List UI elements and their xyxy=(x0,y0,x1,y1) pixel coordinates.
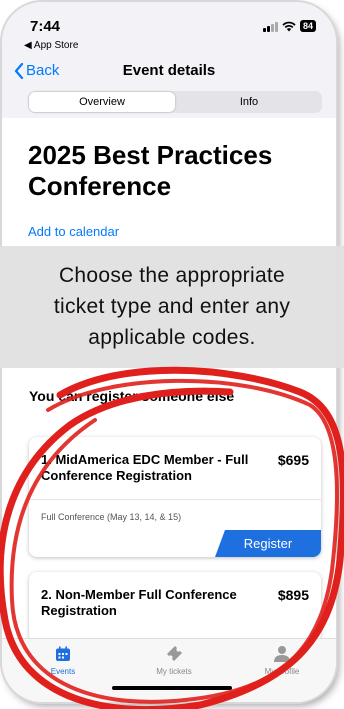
instruction-banner: Choose the appropriate ticket type and e… xyxy=(0,246,344,368)
ticket-name: 1. MidAmerica EDC Member - Full Conferen… xyxy=(41,452,249,483)
ticket-price: $695 xyxy=(277,452,309,468)
tab-label: Events xyxy=(50,667,76,676)
calendar-icon xyxy=(56,646,70,661)
ticket-card: 1. MidAmerica EDC Member - Full Conferen… xyxy=(29,437,321,557)
banner-line: applicable codes. xyxy=(88,326,256,349)
banner-line: ticket type and enter any xyxy=(53,295,291,318)
tab-my-tickets[interactable]: My tickets xyxy=(129,643,219,676)
register-button[interactable]: Register xyxy=(215,530,321,557)
event-title: 2025 Best Practices Conference xyxy=(28,140,273,201)
tab-info[interactable]: Info xyxy=(176,91,322,113)
battery-indicator: 84 xyxy=(299,20,316,32)
tab-label: My tickets xyxy=(156,667,192,676)
status-time: 7:44 xyxy=(30,18,61,35)
tab-bar: Events My tickets My profile xyxy=(2,638,336,702)
back-to-app-store[interactable]: ◀ App Store xyxy=(24,40,78,51)
ticket-name: 2. Non-Member Full Conference Registrati… xyxy=(41,587,237,618)
event-content: 2025 Best Practices Conference Add to ca… xyxy=(2,118,336,638)
signal-icon xyxy=(262,21,278,32)
ticket-price: $895 xyxy=(277,587,309,603)
page-title: Event details xyxy=(122,62,216,79)
tab-my-profile[interactable]: My profile xyxy=(237,643,327,676)
home-indicator xyxy=(112,686,232,690)
segmented-control: Overview Info xyxy=(28,91,322,113)
tab-overview[interactable]: Overview xyxy=(29,92,175,112)
wifi-icon xyxy=(282,21,296,31)
tab-label: My profile xyxy=(264,667,300,676)
divider xyxy=(29,499,321,500)
status-bar: 7:44 ◀ App Store 84 xyxy=(2,2,336,57)
ticket-icon xyxy=(167,646,182,661)
add-to-calendar-link[interactable]: Add to calendar xyxy=(28,224,119,239)
tab-events[interactable]: Events xyxy=(18,643,108,676)
banner-line: Choose the appropriate xyxy=(58,264,286,287)
ticket-description: Full Conference (May 13, 14, & 15) xyxy=(41,512,182,522)
person-icon xyxy=(274,646,290,662)
register-someone-else-heading: You can register someone else xyxy=(29,388,235,404)
ticket-card: 2. Non-Member Full Conference Registrati… xyxy=(29,572,321,642)
status-icons: 84 xyxy=(262,20,316,32)
navigation-bar: Back Event details xyxy=(2,60,336,86)
